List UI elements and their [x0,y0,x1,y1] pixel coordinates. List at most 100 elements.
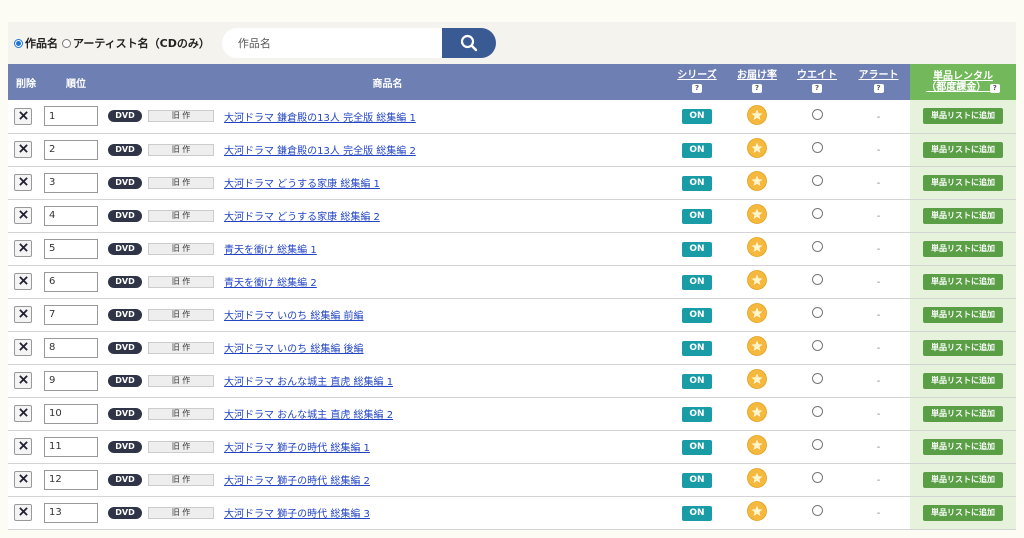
add-to-single-list-button[interactable]: 単品リストに追加 [923,405,1003,422]
product-title-link[interactable]: 大河ドラマ どうする家康 総集編 2 [224,212,380,223]
rank-input[interactable] [44,205,98,226]
header-delivery-label: お届け率 [737,70,777,81]
weight-radio-icon[interactable] [811,307,823,318]
radio-artist-label[interactable]: アーティスト名（CDのみ） [73,35,210,51]
series-toggle[interactable]: ON [682,142,712,158]
add-to-single-list-button[interactable]: 単品リストに追加 [923,108,1003,125]
product-title-link[interactable]: 大河ドラマ 獅子の時代 総集編 3 [224,509,370,520]
add-to-single-list-button[interactable]: 単品リストに追加 [923,306,1003,323]
weight-radio-icon[interactable] [811,175,823,186]
product-title-link[interactable]: 青天を衝け 総集編 2 [224,278,317,289]
add-to-single-list-button[interactable]: 単品リストに追加 [923,273,1003,290]
delete-button[interactable] [14,372,32,389]
rank-input[interactable] [44,403,98,424]
series-toggle[interactable]: ON [682,208,712,224]
series-toggle[interactable]: ON [682,175,712,191]
series-toggle[interactable]: ON [682,406,712,422]
rank-input[interactable] [44,238,98,259]
header-alert[interactable]: アラート ? [847,64,910,100]
weight-radio-icon[interactable] [811,472,823,483]
add-to-single-list-button[interactable]: 単品リストに追加 [923,339,1003,356]
weight-radio-icon[interactable] [811,274,823,285]
add-to-single-list-button[interactable]: 単品リストに追加 [923,240,1003,257]
delete-button[interactable] [14,471,32,488]
weight-radio-icon[interactable] [811,142,823,153]
header-rental[interactable]: 単品レンタル （都度課金） ? [910,64,1016,100]
help-icon[interactable]: ? [812,84,822,93]
delete-button[interactable] [14,107,32,125]
delete-button[interactable] [14,339,32,356]
add-to-single-list-button[interactable]: 単品リストに追加 [923,174,1003,191]
product-title-link[interactable]: 大河ドラマ 獅子の時代 総集編 2 [224,476,370,487]
delete-button[interactable] [14,504,32,521]
series-toggle[interactable]: ON [682,241,712,257]
series-toggle[interactable]: ON [682,472,712,488]
product-title-link[interactable]: 青天を衝け 総集編 1 [224,245,317,256]
weight-radio-icon[interactable] [811,373,823,384]
rank-input[interactable] [44,304,98,325]
delete-button[interactable] [14,273,32,290]
search-button[interactable] [441,28,496,58]
help-icon[interactable]: ? [692,84,702,93]
series-toggle[interactable]: ON [682,109,712,125]
header-series[interactable]: シリーズ ? [667,64,727,100]
weight-radio-icon[interactable] [811,208,823,219]
help-icon[interactable]: ? [989,84,1000,93]
product-title-link[interactable]: 大河ドラマ 獅子の時代 総集編 1 [224,443,370,454]
rank-input[interactable] [44,436,98,457]
help-icon[interactable]: ? [752,84,762,93]
header-weight[interactable]: ウエイト ? [787,64,847,100]
rank-input[interactable] [44,271,98,292]
rank-input[interactable] [44,106,98,127]
radio-artist[interactable] [62,38,71,48]
add-to-single-list-button[interactable]: 単品リストに追加 [923,438,1003,455]
product-title-link[interactable]: 大河ドラマ いのち 総集編 後編 [224,344,364,355]
series-toggle[interactable]: ON [682,274,712,290]
weight-radio-icon[interactable] [811,108,823,120]
product-title-link[interactable]: 大河ドラマ どうする家康 総集編 1 [224,179,380,190]
delivery-cell [727,166,787,200]
rental-cell: 単品リストに追加 [910,331,1016,365]
rank-input[interactable] [44,502,98,523]
add-to-single-list-button[interactable]: 単品リストに追加 [923,471,1003,488]
header-delivery[interactable]: お届け率 ? [727,64,787,100]
delete-button[interactable] [14,438,32,455]
series-toggle[interactable]: ON [682,439,712,455]
product-title-link[interactable]: 大河ドラマ 鎌倉殿の13人 完全版 総集編 1 [224,113,416,124]
delete-button[interactable] [14,306,32,323]
rank-input[interactable] [44,172,98,193]
weight-radio-icon[interactable] [811,241,823,252]
alert-value: - [876,111,881,123]
delete-button[interactable] [14,141,32,158]
delete-button[interactable] [14,405,32,422]
series-toggle[interactable]: ON [682,373,712,389]
add-to-single-list-button[interactable]: 単品リストに追加 [923,372,1003,389]
delete-button[interactable] [14,174,32,191]
add-to-single-list-button[interactable]: 単品リストに追加 [923,141,1003,158]
delete-button[interactable] [14,240,32,257]
add-to-single-list-button[interactable]: 単品リストに追加 [923,207,1003,224]
help-icon[interactable]: ? [873,84,884,93]
weight-radio-icon[interactable] [811,406,823,417]
rank-input[interactable] [44,139,98,160]
series-toggle[interactable]: ON [682,505,712,521]
weight-radio-icon[interactable] [811,505,823,516]
add-to-single-list-button[interactable]: 単品リストに追加 [923,504,1003,521]
search-input[interactable] [221,28,442,58]
rank-input[interactable] [44,469,98,490]
close-icon [18,275,28,288]
product-title-link[interactable]: 大河ドラマ おんな城主 直虎 総集編 1 [224,377,393,388]
table-row: DVD 旧 作青天を衝け 総集編 1 ON - 単品リストに追加 [8,232,1016,266]
series-toggle[interactable]: ON [682,340,712,356]
rank-input[interactable] [44,337,98,358]
product-title-link[interactable]: 大河ドラマ 鎌倉殿の13人 完全版 総集編 2 [224,146,416,157]
rank-input[interactable] [44,370,98,391]
product-title-link[interactable]: 大河ドラマ おんな城主 直虎 総集編 2 [224,410,393,421]
radio-title[interactable] [14,38,23,48]
weight-radio-icon[interactable] [811,340,823,351]
product-title-link[interactable]: 大河ドラマ いのち 総集編 前編 [224,311,364,322]
weight-radio-icon[interactable] [811,439,823,450]
series-toggle[interactable]: ON [682,307,712,323]
radio-title-label[interactable]: 作品名 [25,35,58,51]
delete-button[interactable] [14,207,32,224]
